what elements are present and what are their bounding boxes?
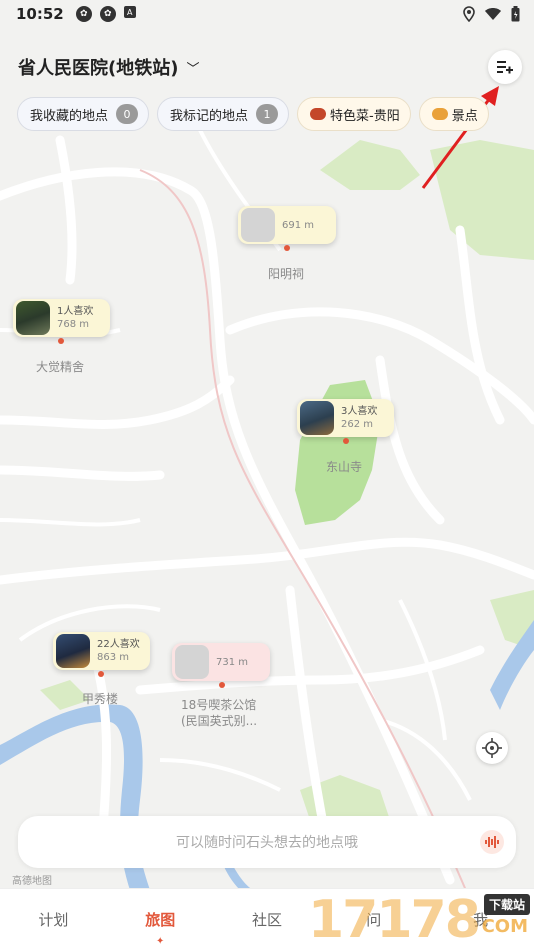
chip-attractions[interactable]: 景点	[418, 97, 489, 131]
marker-distance: 262 m	[341, 419, 374, 430]
chip-label: 我收藏的地点	[30, 108, 109, 124]
chip-specialty-food[interactable]: 特色菜-贵阳	[297, 97, 411, 131]
tab-ask[interactable]: 问	[320, 889, 427, 951]
map-marker-dongshan[interactable]: 3人喜欢 262 m	[297, 399, 394, 437]
filter-chips: 我收藏的地点 0 我标记的地点 1 特色菜-贵阳 景点	[17, 97, 489, 131]
map-marker-yangmingci[interactable]: 691 m	[238, 206, 336, 244]
map-pin	[284, 245, 290, 251]
voice-input-button[interactable]	[480, 830, 504, 854]
location-icon	[463, 6, 475, 22]
marker-thumbnail	[300, 401, 334, 435]
marker-likes: 22人喜欢	[97, 639, 140, 650]
marker-distance: 691 m	[282, 219, 315, 231]
marker-thumbnail	[241, 208, 275, 242]
app-notification-icon: ✿	[99, 6, 116, 22]
chip-count-badge: 1	[256, 104, 279, 124]
wifi-icon	[485, 8, 501, 20]
bottom-tab-bar: 计划 旅图 ✦ 社区 问 我	[0, 888, 534, 951]
chip-label: 景点	[451, 108, 478, 124]
chevron-down-icon: ﹀	[186, 61, 200, 77]
chip-label: 特色菜-贵阳	[330, 108, 400, 124]
attraction-icon	[431, 108, 448, 120]
playlist-add-icon	[497, 61, 513, 74]
marker-thumbnail	[16, 301, 50, 335]
place-label: 18号喫茶公馆	[181, 698, 257, 712]
sound-wave-icon	[485, 836, 499, 848]
app-notification-icon: A	[123, 6, 136, 18]
filter-list-button[interactable]	[488, 50, 522, 84]
map-marker-teahouse[interactable]: 731 m	[172, 643, 270, 681]
marker-distance: 863 m	[97, 652, 130, 663]
tab-plan[interactable]: 计划	[0, 889, 107, 951]
ask-input[interactable]: 可以随时问石头想去的地点哦	[18, 816, 516, 868]
marker-likes: 1人喜欢	[57, 306, 94, 317]
tab-community[interactable]: 社区	[214, 889, 321, 951]
location-selector[interactable]: 省人民医院(地铁站) ﹀	[18, 54, 199, 80]
active-indicator-icon: ✦	[155, 936, 165, 947]
chip-favorites[interactable]: 我收藏的地点 0	[17, 97, 150, 131]
battery-icon	[511, 6, 520, 22]
map-marker-dajue[interactable]: 1人喜欢 768 m	[13, 299, 110, 337]
crosshair-icon	[482, 738, 502, 758]
place-label: 东山寺	[326, 460, 363, 474]
my-location-button[interactable]	[476, 732, 508, 764]
marker-distance: 731 m	[216, 656, 249, 668]
status-bar: 10:52 ✿ ✿ A	[0, 0, 534, 28]
marker-distance: 768 m	[57, 319, 90, 330]
map-marker-jiaxiu[interactable]: 22人喜欢 863 m	[53, 632, 150, 670]
food-bowl-icon	[310, 108, 327, 120]
map-pin	[58, 338, 64, 344]
tab-travel-map[interactable]: 旅图 ✦	[107, 889, 214, 951]
ask-placeholder: 可以随时问石头想去的地点哦	[176, 835, 358, 851]
place-label: (民国英式别...	[181, 714, 258, 728]
current-location-title: 省人民医院(地铁站)	[18, 58, 179, 79]
place-label: 大觉精舍	[36, 360, 85, 374]
marker-thumbnail	[56, 634, 90, 668]
tab-me[interactable]: 我	[427, 889, 534, 951]
chip-count-badge: 0	[116, 104, 139, 124]
map-pin	[219, 682, 225, 688]
map-pin	[343, 438, 349, 444]
status-time: 10:52	[16, 5, 64, 23]
chip-label: 我标记的地点	[170, 108, 249, 124]
place-label: 阳明祠	[268, 267, 305, 281]
chip-marked[interactable]: 我标记的地点 1	[157, 97, 290, 131]
map-attribution: 高德地图	[12, 876, 52, 887]
tab-label: 旅图	[145, 911, 176, 929]
place-label: 甲秀楼	[82, 692, 119, 706]
marker-thumbnail	[175, 645, 209, 679]
marker-likes: 3人喜欢	[341, 406, 378, 417]
map-pin	[98, 671, 104, 677]
app-notification-icon: ✿	[75, 6, 92, 22]
